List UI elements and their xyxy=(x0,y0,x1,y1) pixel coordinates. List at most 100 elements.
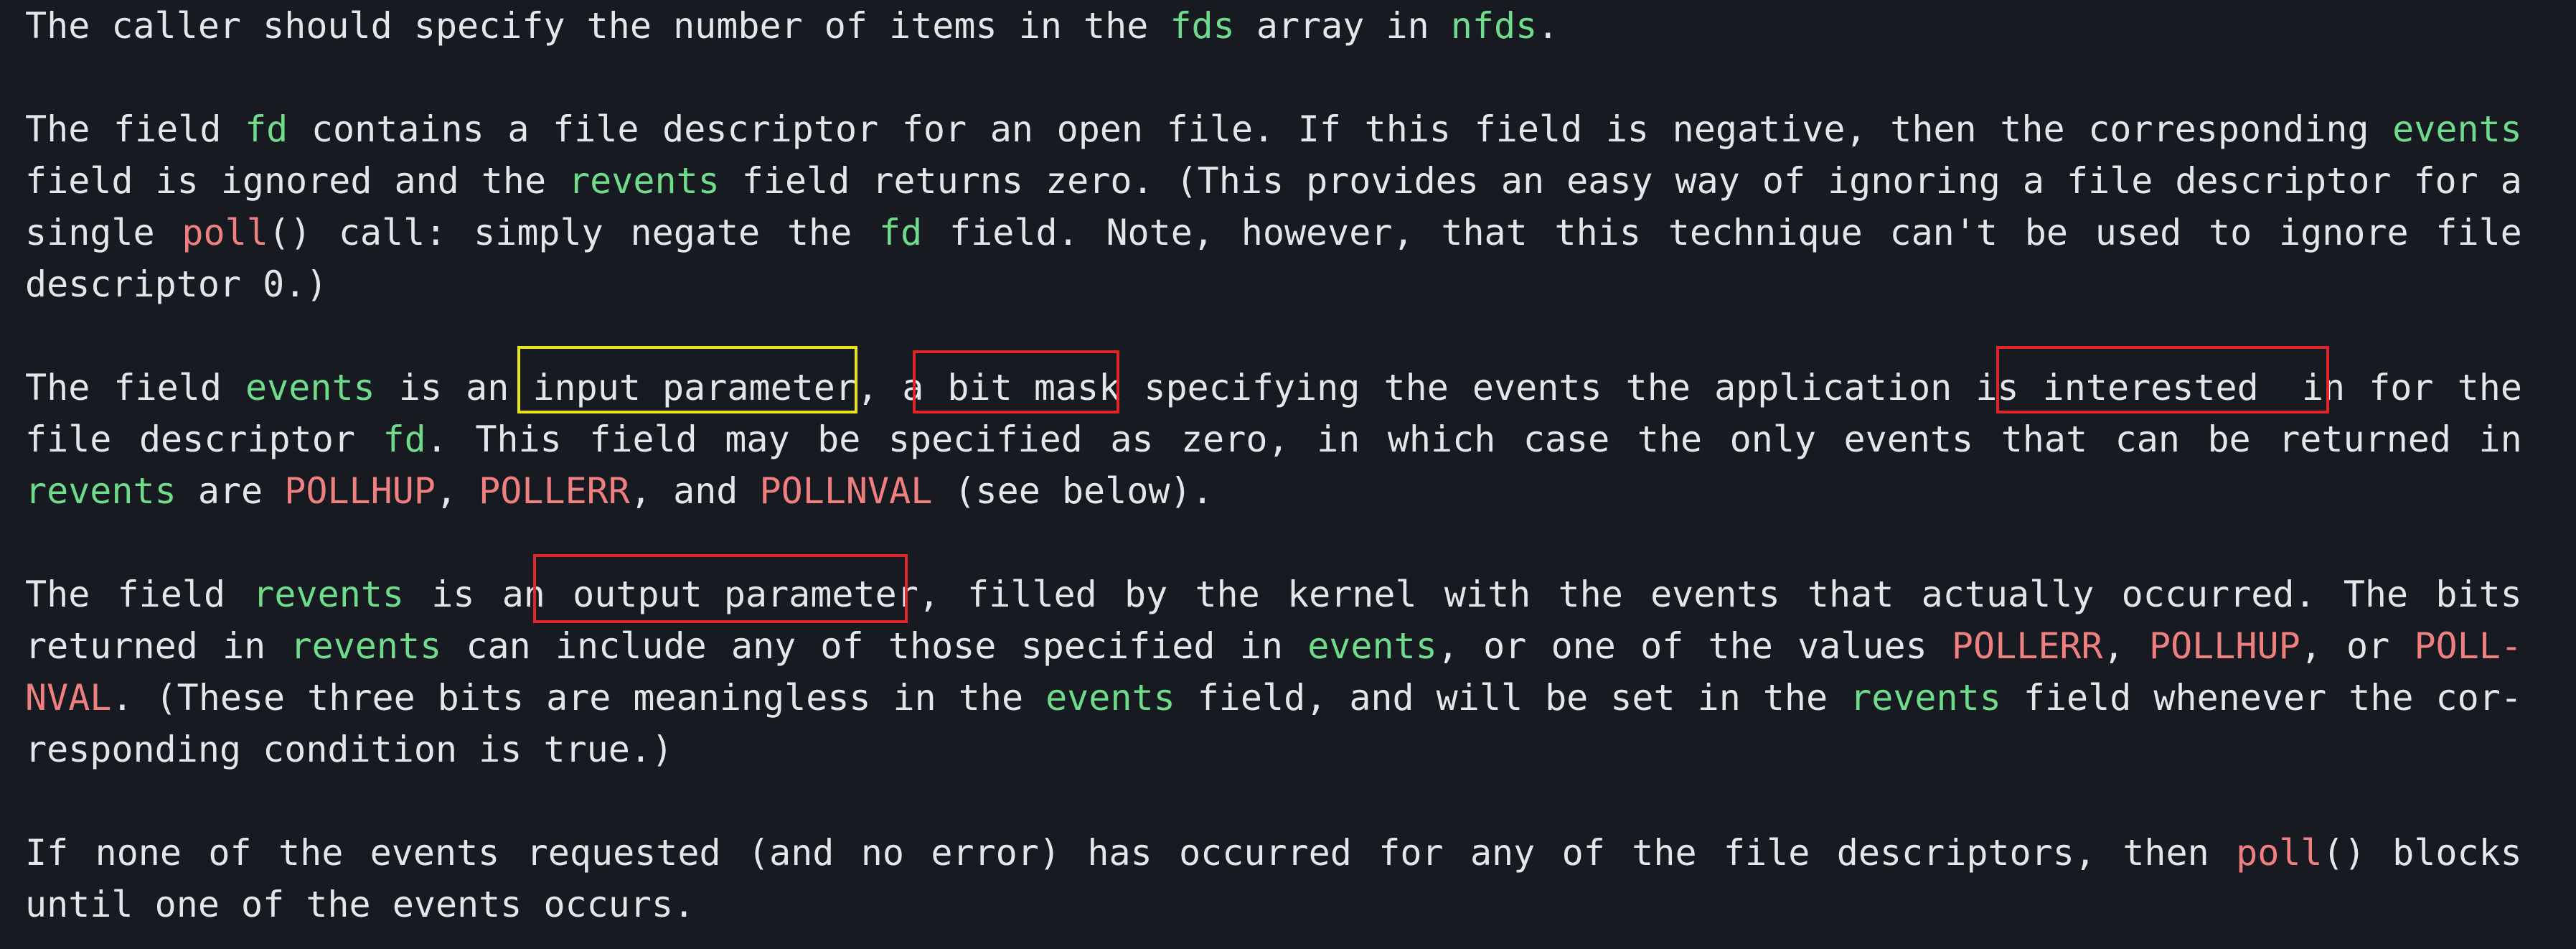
word: that xyxy=(1441,212,1528,253)
text: . xyxy=(1537,5,1559,47)
constant-pollnval-part1: POLL- xyxy=(2414,625,2522,667)
word: the xyxy=(1625,367,1691,408)
word: in xyxy=(2478,419,2522,460)
word: the xyxy=(786,212,852,253)
identifier-revents: revents xyxy=(25,470,177,512)
word: descriptor xyxy=(662,108,879,150)
word: events xyxy=(1472,367,1602,408)
word: a xyxy=(2022,160,2044,202)
word: field xyxy=(113,367,222,408)
word: (This xyxy=(1175,160,1284,202)
word: provides xyxy=(1306,160,1479,202)
word: an xyxy=(989,108,1033,150)
word: field xyxy=(741,160,850,202)
word: single xyxy=(25,212,155,253)
word: requested xyxy=(526,832,721,874)
events-ref: events, xyxy=(1307,620,1459,672)
word: file xyxy=(2435,212,2522,253)
text: responding condition is true.) xyxy=(25,729,674,770)
word: three xyxy=(307,677,415,719)
word: specified xyxy=(888,419,1083,460)
text: , and xyxy=(629,470,760,512)
word: the xyxy=(278,832,344,874)
word: no xyxy=(860,832,904,874)
word: or xyxy=(1483,625,1527,667)
word: technique xyxy=(1668,212,1863,253)
period: . xyxy=(111,677,133,719)
word: easy xyxy=(1566,160,1653,202)
word: only xyxy=(1729,419,1817,460)
word: for xyxy=(2413,160,2478,202)
word: specified xyxy=(1020,625,1216,667)
word: events xyxy=(1843,419,1974,460)
word: that xyxy=(1807,574,1894,615)
word: an xyxy=(1500,160,1545,202)
word: has xyxy=(1087,832,1152,874)
word: The xyxy=(25,367,90,408)
word: of xyxy=(1561,832,1605,874)
word: case xyxy=(1523,419,1610,460)
text: The caller should specify the number of … xyxy=(25,5,1170,47)
word: descriptor xyxy=(138,419,355,460)
manpage-line-6: descriptor 0.) xyxy=(25,258,2522,310)
word: be xyxy=(817,419,861,460)
function-poll: poll xyxy=(182,212,268,253)
word: will xyxy=(1436,677,1523,719)
text: until one of the events occurs. xyxy=(25,884,695,925)
word: be xyxy=(1545,677,1589,719)
word: be xyxy=(2024,212,2068,253)
bit-mask-phrase: bit mask xyxy=(947,367,1121,408)
comma: , xyxy=(2300,625,2322,667)
word: is xyxy=(1975,367,2019,408)
word: actually xyxy=(1921,574,2095,615)
word: returned xyxy=(25,625,198,667)
word: negative, xyxy=(1672,108,1867,150)
word: blocks xyxy=(2392,832,2522,874)
text: descriptor 0.) xyxy=(25,263,328,305)
word: to xyxy=(2208,212,2252,253)
word: error) xyxy=(931,832,1061,874)
word: the xyxy=(958,677,1024,719)
word: file. xyxy=(1166,108,1275,150)
word: the xyxy=(2000,108,2065,150)
identifier-events: events xyxy=(245,367,375,408)
word: any xyxy=(1470,832,1536,874)
text: , xyxy=(435,470,479,512)
word: whenever xyxy=(2153,677,2327,719)
word: the xyxy=(2457,367,2522,408)
word: in xyxy=(1317,419,1360,460)
word: (and xyxy=(747,832,835,874)
word: If xyxy=(25,832,69,874)
word: values xyxy=(1797,625,1927,667)
word: The xyxy=(2343,574,2409,615)
word: meaningless xyxy=(633,677,871,719)
word: events xyxy=(1650,574,1780,615)
pollnval-ref: NVAL. xyxy=(25,672,133,724)
word: a xyxy=(902,367,924,408)
word: of xyxy=(1640,625,1684,667)
word: an xyxy=(466,367,509,408)
identifier-revents: revents xyxy=(253,574,405,615)
word: for xyxy=(1378,832,1444,874)
word: occurred. xyxy=(2121,574,2316,615)
word: the xyxy=(1632,832,1697,874)
word: the xyxy=(1195,574,1260,615)
word: Note, xyxy=(1106,212,1214,253)
parens: () xyxy=(268,212,312,253)
word: file xyxy=(553,108,639,150)
word: descriptor xyxy=(2175,160,2392,202)
fd-ref: fd. xyxy=(382,413,447,465)
terminal-window: The caller should specify the number of … xyxy=(0,0,2576,949)
word: is xyxy=(1605,108,1650,150)
word: is xyxy=(431,574,475,615)
word: of xyxy=(820,625,864,667)
constant-pollhup: POLLHUP xyxy=(2148,625,2300,667)
word: the xyxy=(1708,625,1773,667)
word: this xyxy=(1554,212,1641,253)
word: The xyxy=(25,574,90,615)
word: for xyxy=(2369,367,2434,408)
word: descriptors, xyxy=(1836,832,2096,874)
word: then xyxy=(2123,832,2209,874)
word: of xyxy=(1762,160,1806,202)
word: negate xyxy=(630,212,761,253)
